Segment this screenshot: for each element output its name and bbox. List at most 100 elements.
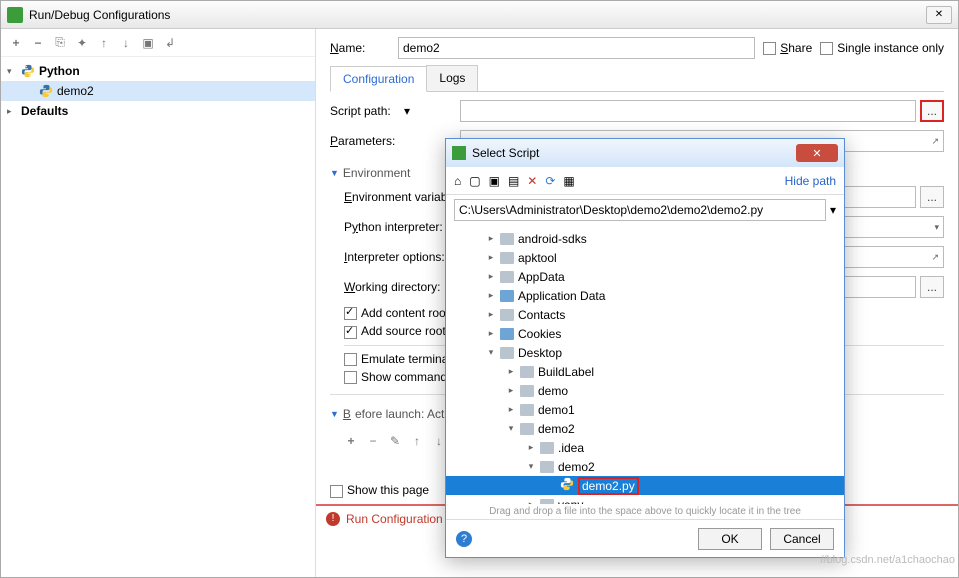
app-icon bbox=[7, 7, 23, 23]
folder-icon bbox=[520, 385, 534, 397]
chevron-icon: ▾ bbox=[486, 347, 496, 358]
folder-icon bbox=[500, 233, 514, 245]
add-task-button[interactable]: + bbox=[344, 434, 358, 448]
file-tree-item[interactable]: demo2.py bbox=[446, 476, 844, 495]
chevron-icon: ▸ bbox=[486, 252, 496, 263]
down-icon[interactable]: ↓ bbox=[119, 36, 133, 50]
window-close-icon[interactable]: ✕ bbox=[926, 6, 952, 24]
home-icon[interactable]: ⌂ bbox=[454, 174, 461, 188]
file-tree-item[interactable]: ▸ AppData bbox=[446, 267, 844, 286]
chevron-down-icon: ▾ bbox=[7, 66, 17, 77]
chevron-icon: ▸ bbox=[486, 290, 496, 301]
file-tree[interactable]: ▸android-sdks▸apktool▸AppData▸Applicatio… bbox=[446, 225, 844, 504]
down-task-button[interactable]: ↓ bbox=[432, 434, 446, 448]
file-tree-item[interactable]: ▸ BuildLabel bbox=[446, 362, 844, 381]
up-icon[interactable]: ↑ bbox=[97, 36, 111, 50]
python-icon bbox=[21, 64, 35, 78]
file-tree-label: demo1 bbox=[538, 403, 575, 417]
share-checkbox[interactable]: Share bbox=[763, 41, 812, 55]
collapse-icon[interactable]: ↲ bbox=[163, 36, 177, 50]
tree-node-python[interactable]: ▾ Python bbox=[1, 61, 315, 81]
dialog-close-button[interactable]: ✕ bbox=[796, 144, 838, 162]
env-vars-browse-button[interactable]: ... bbox=[920, 186, 944, 208]
script-path-browse-button[interactable]: ... bbox=[920, 100, 944, 122]
script-path-input[interactable] bbox=[460, 100, 916, 122]
chevron-icon: ▸ bbox=[486, 233, 496, 244]
folder-icon bbox=[500, 271, 514, 283]
single-instance-checkbox[interactable]: Single instance only bbox=[820, 41, 944, 55]
file-tree-item[interactable]: ▸venv bbox=[446, 495, 844, 504]
dialog-icon bbox=[452, 146, 466, 160]
file-tree-label: BuildLabel bbox=[538, 365, 594, 379]
chevron-icon: ▸ bbox=[506, 366, 516, 377]
file-tree-item[interactable]: ▸ Cookies bbox=[446, 324, 844, 343]
file-tree-label: Contacts bbox=[518, 308, 565, 322]
show-page-checkbox[interactable]: Show this page bbox=[330, 483, 429, 497]
remove-task-button[interactable]: − bbox=[366, 434, 380, 448]
path-input[interactable] bbox=[454, 199, 826, 221]
chevron-down-icon: ▼ bbox=[330, 409, 339, 419]
help-icon[interactable]: ? bbox=[456, 531, 472, 547]
folder-icon bbox=[520, 366, 534, 378]
file-tree-label: Desktop bbox=[518, 346, 562, 360]
file-tree-item[interactable]: ▾demo2 bbox=[446, 457, 844, 476]
file-tree-item[interactable]: ▾demo2 bbox=[446, 419, 844, 438]
ok-button[interactable]: OK bbox=[698, 528, 762, 550]
tree-node-defaults[interactable]: ▸ Defaults bbox=[1, 101, 315, 121]
chevron-icon: ▸ bbox=[486, 328, 496, 339]
work-dir-browse-button[interactable]: ... bbox=[920, 276, 944, 298]
file-tree-label: demo2.py bbox=[582, 479, 635, 493]
folder-icon bbox=[500, 328, 514, 340]
folder-icon bbox=[500, 252, 514, 264]
error-icon: ! bbox=[326, 512, 340, 526]
history-icon[interactable]: ▾ bbox=[830, 203, 836, 217]
file-tree-label: Cookies bbox=[518, 327, 561, 341]
folder-icon bbox=[540, 442, 554, 454]
watermark: //blog.csdn.net/a1chaochao bbox=[820, 554, 955, 566]
tab-logs[interactable]: Logs bbox=[426, 65, 478, 91]
project-icon[interactable]: ▢ bbox=[469, 174, 480, 188]
up-task-button[interactable]: ↑ bbox=[410, 434, 424, 448]
remove-config-button[interactable]: − bbox=[31, 36, 45, 50]
edit-task-button[interactable]: ✎ bbox=[388, 434, 402, 448]
module-icon[interactable]: ▣ bbox=[489, 174, 500, 188]
file-tree-item[interactable]: ▸apktool bbox=[446, 248, 844, 267]
folder-icon bbox=[520, 423, 534, 435]
settings-icon[interactable]: ✦ bbox=[75, 36, 89, 50]
file-tree-item[interactable]: ▾ Desktop bbox=[446, 343, 844, 362]
tree-label: Python bbox=[39, 64, 80, 78]
file-tree-item[interactable]: ▸ android-sdks bbox=[446, 229, 844, 248]
tree-label: demo2 bbox=[57, 84, 94, 98]
chevron-icon: ▸ bbox=[506, 385, 516, 396]
show-hidden-icon[interactable]: ▦ bbox=[563, 174, 574, 188]
tab-configuration[interactable]: Configuration bbox=[330, 66, 427, 92]
folder-icon bbox=[500, 347, 514, 359]
name-input[interactable] bbox=[398, 37, 755, 59]
parameters-label: Parameters: bbox=[330, 134, 460, 148]
folder-icon bbox=[520, 404, 534, 416]
file-tree-item[interactable]: ▸ Application Data bbox=[446, 286, 844, 305]
delete-icon[interactable]: ✕ bbox=[527, 174, 537, 188]
refresh-icon[interactable]: ⟳ bbox=[545, 174, 555, 188]
tree-label: Defaults bbox=[21, 104, 68, 118]
tree-node-demo2[interactable]: demo2 bbox=[1, 81, 315, 101]
add-config-button[interactable]: + bbox=[9, 36, 23, 50]
file-tree-item[interactable]: ▸ Contacts bbox=[446, 305, 844, 324]
hide-path-link[interactable]: Hide path bbox=[785, 174, 836, 188]
file-tree-label: Application Data bbox=[518, 289, 605, 303]
chevron-icon: ▸ bbox=[486, 309, 496, 320]
file-tree-label: android-sdks bbox=[518, 232, 587, 246]
chevron-icon: ▸ bbox=[486, 271, 496, 282]
cancel-button[interactable]: Cancel bbox=[770, 528, 834, 550]
file-tree-label: AppData bbox=[518, 270, 565, 284]
file-tree-item[interactable]: ▸demo bbox=[446, 381, 844, 400]
folder-icon bbox=[500, 309, 514, 321]
chevron-icon: ▸ bbox=[506, 404, 516, 415]
file-tree-item[interactable]: ▸.idea bbox=[446, 438, 844, 457]
chevron-icon: ▸ bbox=[526, 442, 536, 453]
folder-icon bbox=[500, 290, 514, 302]
file-tree-item[interactable]: ▸ demo1 bbox=[446, 400, 844, 419]
folder-icon[interactable]: ▣ bbox=[141, 36, 155, 50]
copy-icon[interactable]: ⎘ bbox=[53, 36, 67, 50]
new-folder-icon[interactable]: ▤ bbox=[508, 174, 519, 188]
